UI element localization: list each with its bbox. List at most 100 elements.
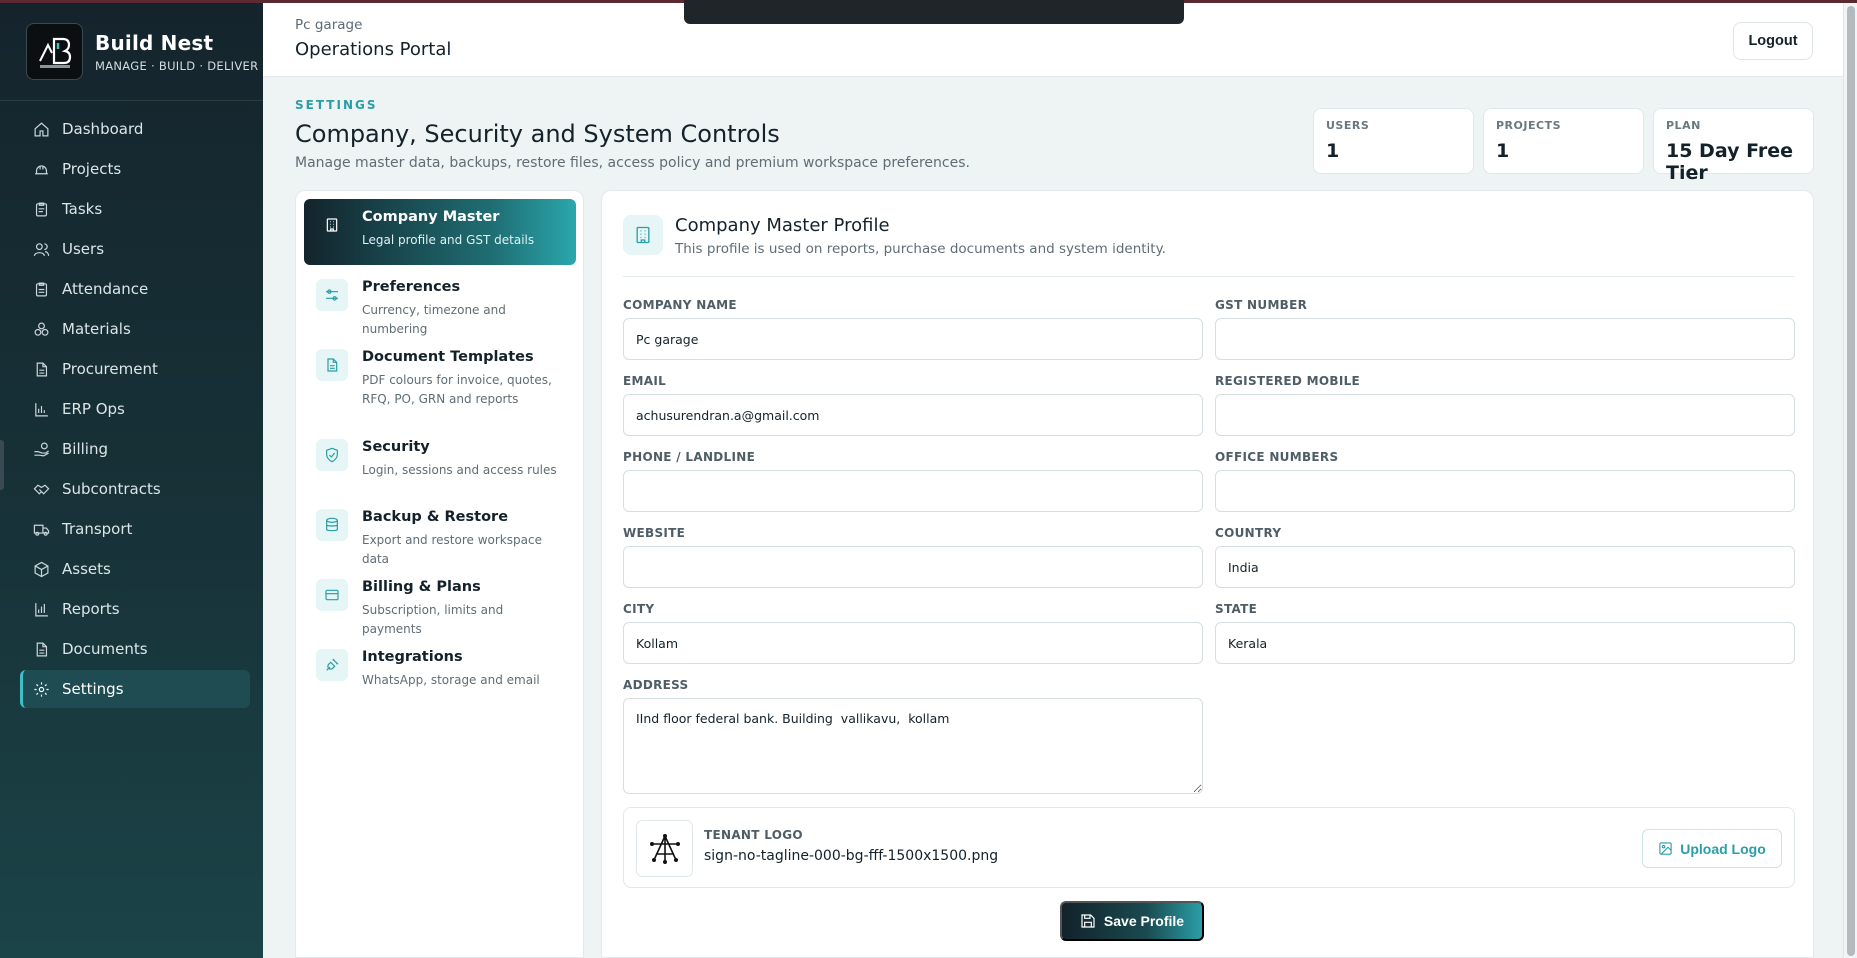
tenant-logo-filename: sign-no-tagline-000-bg-fff-1500x1500.png — [704, 848, 999, 864]
settings-menu-integrations[interactable]: Integrations WhatsApp, storage and email — [304, 639, 576, 700]
window-edge-handle — [0, 440, 4, 490]
gear-icon — [32, 680, 50, 698]
tenant-logo-label: TENANT LOGO — [704, 828, 803, 842]
sidebar-item-subcontracts[interactable]: Subcontracts — [20, 470, 250, 508]
gst-number-input[interactable] — [1215, 318, 1795, 360]
image-upload-icon — [1659, 842, 1672, 855]
card-divider — [623, 276, 1795, 277]
handshake-icon — [32, 480, 50, 498]
card-subtitle: This profile is used on reports, purchas… — [675, 241, 1166, 257]
bar-chart-icon — [32, 400, 50, 418]
website-label: WEBSITE — [623, 526, 686, 540]
sidebar-item-reports[interactable]: Reports — [20, 590, 250, 628]
stat-value: 15 Day Free Tier — [1666, 140, 1793, 184]
settings-menu-company-master[interactable]: Company Master Legal profile and GST det… — [304, 199, 576, 265]
phone-input[interactable] — [623, 470, 1203, 512]
sidebar-item-label: Procurement — [62, 360, 158, 378]
settings-menu-security[interactable]: Security Login, sessions and access rule… — [304, 429, 576, 490]
sidebar-item-label: ERP Ops — [62, 400, 125, 418]
credit-card-icon — [316, 579, 348, 611]
upload-logo-button[interactable]: Upload Logo — [1642, 829, 1782, 868]
sidebar-item-label: Subcontracts — [62, 480, 161, 498]
phone-label: PHONE / LANDLINE — [623, 450, 756, 464]
brand-name: Build Nest — [95, 30, 214, 55]
sidebar-divider — [0, 100, 263, 101]
sidebar-item-label: Attendance — [62, 280, 149, 298]
menu-item-subtitle: Export and restore workspace data — [362, 533, 542, 566]
package-icon — [32, 560, 50, 578]
sidebar-item-label: Tasks — [62, 200, 103, 218]
company-name-input[interactable] — [623, 318, 1203, 360]
plug-icon — [316, 649, 348, 681]
tenant-logo-panel: TENANT LOGO sign-no-tagline-000-bg-fff-1… — [623, 807, 1795, 888]
menu-item-title: Document Templates — [362, 349, 534, 365]
city-input[interactable] — [623, 622, 1203, 664]
page-scrollbar[interactable] — [1843, 0, 1857, 958]
sidebar: Build Nest MANAGE · BUILD · DELIVER Dash… — [0, 0, 263, 958]
sidebar-item-attendance[interactable]: Attendance — [20, 270, 250, 308]
sidebar-item-dashboard[interactable]: Dashboard — [20, 110, 250, 148]
toast-notification — [684, 0, 1184, 24]
sidebar-nav: Dashboard Projects Tasks Users Attendanc… — [20, 110, 250, 710]
chart-icon — [32, 600, 50, 618]
menu-item-title: Backup & Restore — [362, 509, 509, 525]
sidebar-item-projects[interactable]: Projects — [20, 150, 250, 188]
scrollbar-thumb[interactable] — [1847, 6, 1855, 956]
brand-tagline: MANAGE · BUILD · DELIVER — [95, 58, 259, 73]
brand[interactable]: Build Nest MANAGE · BUILD · DELIVER — [26, 23, 258, 80]
logout-button[interactable]: Logout — [1733, 22, 1813, 60]
card-title: Company Master Profile — [675, 215, 890, 236]
stat-users: USERS 1 — [1313, 108, 1474, 174]
office-numbers-input[interactable] — [1215, 470, 1795, 512]
sidebar-item-documents[interactable]: Documents — [20, 630, 250, 668]
hand-coins-icon — [32, 440, 50, 458]
country-input[interactable] — [1215, 546, 1795, 588]
sidebar-item-materials[interactable]: Materials — [20, 310, 250, 348]
sidebar-item-label: Projects — [62, 160, 122, 178]
country-label: COUNTRY — [1215, 526, 1282, 540]
page-eyebrow: SETTINGS — [295, 98, 378, 112]
database-icon — [316, 509, 348, 541]
menu-item-subtitle: Login, sessions and access rules — [362, 463, 557, 477]
state-input[interactable] — [1215, 622, 1795, 664]
sidebar-item-tasks[interactable]: Tasks — [20, 190, 250, 228]
sidebar-item-assets[interactable]: Assets — [20, 550, 250, 588]
sidebar-item-label: Assets — [62, 560, 111, 578]
email-input[interactable] — [623, 394, 1203, 436]
registered-mobile-input[interactable] — [1215, 394, 1795, 436]
settings-menu-backup-restore[interactable]: Backup & Restore Export and restore work… — [304, 499, 576, 579]
website-input[interactable] — [623, 546, 1203, 588]
stat-label: PLAN — [1666, 119, 1701, 132]
stat-value: 1 — [1326, 140, 1340, 162]
registered-mobile-label: REGISTERED MOBILE — [1215, 374, 1361, 388]
menu-item-title: Preferences — [362, 279, 461, 295]
file-icon — [32, 360, 50, 378]
sidebar-item-erp-ops[interactable]: ERP Ops — [20, 390, 250, 428]
sliders-icon — [316, 279, 348, 311]
email-label: EMAIL — [623, 374, 667, 388]
settings-menu-document-templates[interactable]: Document Templates PDF colours for invoi… — [304, 339, 576, 419]
menu-item-subtitle: Legal profile and GST details — [362, 233, 535, 247]
settings-menu-billing-plans[interactable]: Billing & Plans Subscription, limits and… — [304, 569, 576, 649]
sidebar-item-billing[interactable]: Billing — [20, 430, 250, 468]
sidebar-item-transport[interactable]: Transport — [20, 510, 250, 548]
hardhat-icon — [32, 160, 50, 178]
menu-item-title: Company Master — [362, 209, 500, 225]
menu-item-subtitle: PDF colours for invoice, quotes, RFQ, PO… — [362, 373, 552, 406]
building-icon — [316, 209, 348, 241]
sidebar-item-label: Settings — [62, 680, 124, 698]
sidebar-item-procurement[interactable]: Procurement — [20, 350, 250, 388]
sidebar-item-settings[interactable]: Settings — [20, 670, 250, 708]
address-textarea[interactable]: IInd floor federal bank. Building vallik… — [623, 698, 1203, 794]
clipboard-check-icon — [32, 280, 50, 298]
menu-item-title: Security — [362, 439, 430, 455]
sidebar-item-label: Reports — [62, 600, 120, 618]
settings-menu-preferences[interactable]: Preferences Currency, timezone and numbe… — [304, 269, 576, 349]
sidebar-item-label: Materials — [62, 320, 131, 338]
document-icon — [316, 349, 348, 381]
sidebar-item-users[interactable]: Users — [20, 230, 250, 268]
save-profile-button[interactable]: Save Profile — [1060, 901, 1204, 941]
sidebar-item-label: Dashboard — [62, 120, 144, 138]
company-profile-card: Company Master Profile This profile is u… — [601, 190, 1814, 958]
tenant-logo-image — [649, 833, 680, 864]
